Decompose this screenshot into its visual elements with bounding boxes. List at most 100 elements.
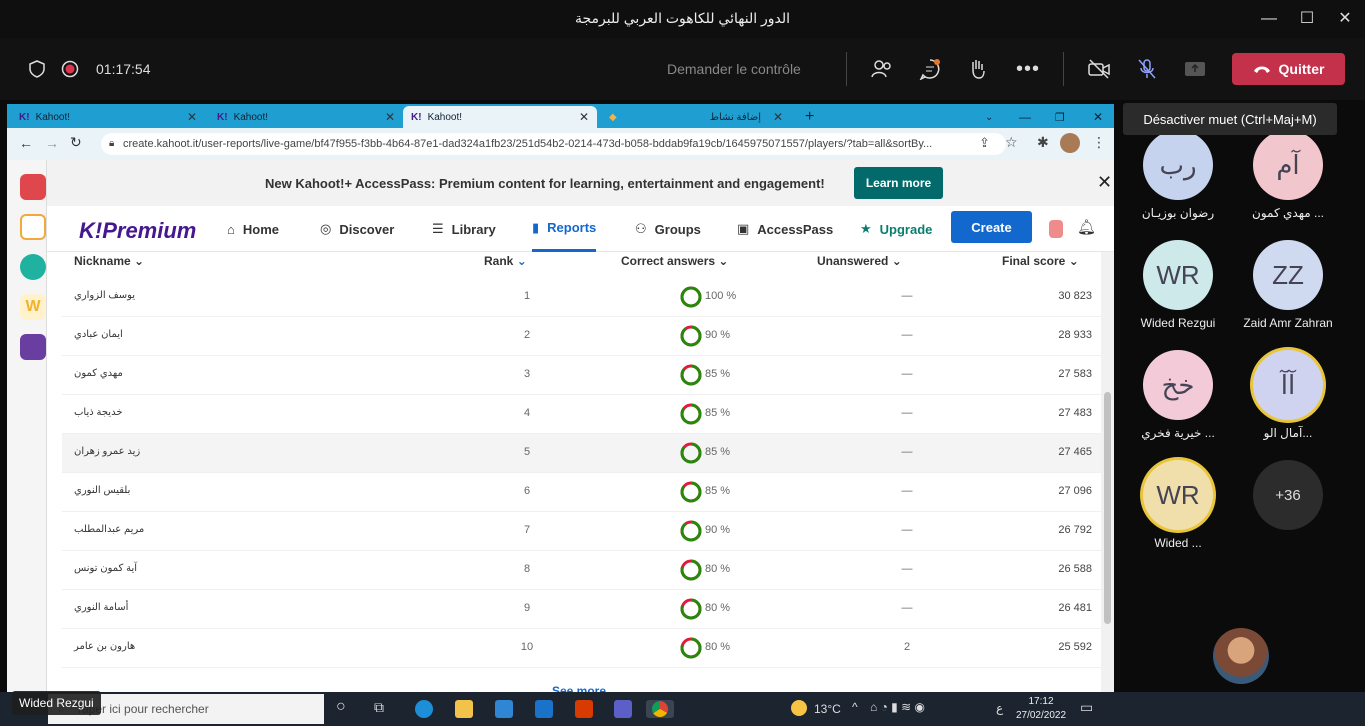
minimize-icon[interactable]: — [1258,8,1280,30]
new-tab-icon[interactable]: + [797,106,817,128]
app-icon-1[interactable] [20,174,46,200]
tray-chevron-icon[interactable]: ^ [852,700,858,714]
url-field[interactable]: 🔒︎ create.kahoot.it/user-reports/live-ga… [101,133,1006,155]
browser-tab[interactable]: K! Kahoot! ✕ [209,106,403,128]
app-icon-2[interactable] [20,214,46,240]
table-row[interactable]: أسامة النوري 9 80 % — 26 481 [62,590,1102,629]
user-avatar[interactable] [1049,220,1063,238]
browser-minimize-icon[interactable]: — [1011,106,1031,128]
col-nickname[interactable]: Nickname ⌄ [74,254,144,268]
participant-card[interactable]: WR Wided Rezgui [1123,240,1233,345]
browser-menu-icon[interactable]: ⋮ [1092,134,1106,151]
back-icon[interactable]: ← [19,135,33,151]
app-icon-4[interactable]: W [20,294,46,320]
browser-tab-active[interactable]: K! Kahoot! ✕ [403,106,597,128]
unanswered-count: — [901,524,913,536]
table-row[interactable]: آية كمون تونس 8 80 % — 26 588 [62,551,1102,590]
participant-card[interactable]: آآ آمال الو... [1233,350,1343,455]
browser-tab[interactable]: K! Kahoot! ✕ [11,106,205,128]
participant-card[interactable]: WR Wided ... [1123,460,1233,565]
close-tab-icon[interactable]: ✕ [579,110,589,124]
participant-card[interactable]: رب رضوان بوزيـان [1123,130,1233,235]
close-window-icon[interactable]: ✕ [1334,8,1356,30]
table-row[interactable]: هارون بن عامر 10 80 % 2 25 592 [62,629,1102,668]
bookmark-star-icon[interactable]: ☆ [1005,134,1018,151]
close-tab-icon[interactable]: ✕ [773,110,783,124]
nav-upgrade[interactable]: ★ Upgrade [860,206,932,252]
file-explorer-icon[interactable] [455,700,473,718]
participant-card[interactable]: خخ خيرية فخري ... [1123,350,1233,455]
teams-icon[interactable] [614,700,632,718]
extension-side-rail: W [7,160,47,692]
browser-restore-icon[interactable]: ❐ [1047,106,1065,128]
participant-card[interactable]: آم مهدي كمون ... [1233,130,1343,235]
clock[interactable]: 17:12 27/02/2022 [1014,695,1068,723]
forward-icon[interactable]: → [45,135,59,151]
see-more-link[interactable]: See more [552,684,606,692]
nav-home[interactable]: ⌂ Home [227,206,279,252]
col-label: Final score [1002,254,1066,268]
nav-discover[interactable]: ◎ Discover [320,206,394,252]
camera-off-icon[interactable] [1088,38,1110,100]
clock-date: 27/02/2022 [1015,710,1067,721]
nav-reports[interactable]: ▮ Reports [532,206,597,252]
store-icon[interactable] [495,700,513,718]
reload-icon[interactable]: ↻ [70,134,82,151]
weather-temp[interactable]: 13°C [814,702,841,716]
profile-avatar[interactable] [1060,133,1080,153]
chat-icon[interactable] [919,38,941,100]
correct-answers-ring [680,637,702,659]
raise-hand-icon[interactable] [967,38,989,100]
nav-groups[interactable]: ⚇ Groups [635,206,701,252]
table-row[interactable]: ايمان عبادي 2 90 % — 28 933 [62,317,1102,356]
col-rank[interactable]: Rank ⌄ [484,254,527,268]
more-options-icon[interactable]: ••• [1016,38,1040,100]
input-language[interactable]: ع [996,701,1003,715]
close-tab-icon[interactable]: ✕ [385,110,395,124]
tray-icons[interactable]: ⌂ ◔ ▮ ≋ ◉ [870,700,925,714]
participant-card[interactable]: +36 [1233,460,1343,565]
app-icon-5[interactable] [20,334,46,360]
participant-card[interactable]: ZZ Zaid Amr Zahran [1233,240,1343,345]
quit-button[interactable]: Quitter [1232,53,1345,85]
table-row[interactable]: مهدي كمون 3 85 % — 27 583 [62,356,1102,395]
table-row[interactable]: مريم عبدالمطلب 7 90 % — 26 792 [62,512,1102,551]
scrollbar-thumb[interactable] [1104,392,1111,624]
col-final-score[interactable]: Final score ⌄ [1002,254,1079,268]
kahoot-premium-logo[interactable]: K!Premium [79,218,196,244]
col-unanswered[interactable]: Unanswered ⌄ [817,254,902,268]
mic-muted-icon[interactable] [1136,38,1158,100]
edge-icon[interactable] [415,700,433,718]
request-control-button[interactable]: Demander le contrôle [667,38,801,100]
browser-close-icon[interactable]: ✕ [1085,106,1103,128]
table-row[interactable]: بلقيس النوري 6 85 % — 27 096 [62,473,1102,512]
table-row[interactable]: خديجة ذياب 4 85 % — 27 483 [62,395,1102,434]
learn-more-button[interactable]: Learn more [854,167,943,199]
mail-icon[interactable] [535,700,553,718]
close-tab-icon[interactable]: ✕ [187,110,197,124]
table-row[interactable]: يوسف الزواري 1 100 % — 30 823 [62,278,1102,317]
nav-accesspass[interactable]: ▣ AccessPass [737,206,833,252]
create-button[interactable]: Create [951,211,1032,243]
participants-icon[interactable] [871,38,893,100]
chrome-icon[interactable] [646,700,674,718]
table-row[interactable]: زيد عمرو زهران 5 85 % — 27 465 [62,434,1102,473]
share-screen-icon[interactable] [1184,38,1206,100]
close-banner-icon[interactable]: ✕ [1097,172,1112,193]
nav-library[interactable]: ☰ Library [432,206,496,252]
extensions-icon[interactable]: ✱ [1037,134,1049,151]
app-icon-3[interactable] [20,254,46,280]
tab-search-chevron-icon[interactable]: ⌄ [977,106,993,128]
notifications-icon[interactable]: ▭ [1080,699,1093,716]
maximize-icon[interactable]: ☐ [1296,8,1318,30]
bell-icon[interactable]: 🔔︎ [1077,218,1096,236]
nav-label: Reports [547,220,597,235]
share-icon[interactable]: ⇪ [979,135,990,151]
participant-name: Wided Rezgui [1140,316,1216,330]
office-icon[interactable] [575,700,593,718]
col-correct[interactable]: Correct answers ⌄ [621,254,728,268]
browser-tab[interactable]: ◆ إضافة نشاط ✕ [601,106,791,128]
task-view-icon[interactable]: ⧉ [374,699,384,716]
cortana-icon[interactable]: ○ [336,698,346,716]
scrollbar[interactable] [1101,252,1114,692]
